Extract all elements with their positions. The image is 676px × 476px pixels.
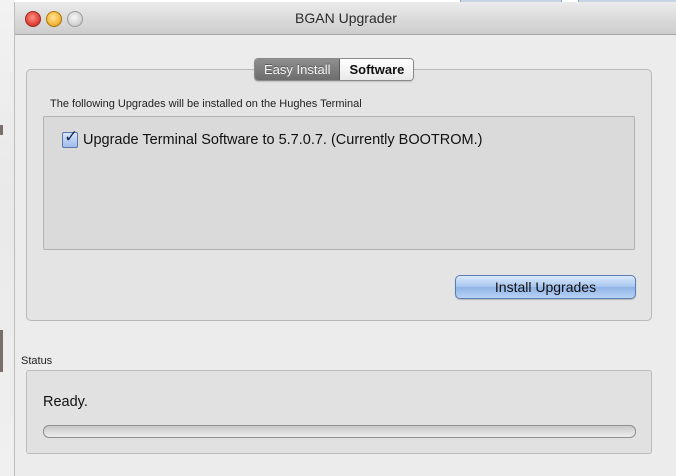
window-title: BGAN Upgrader	[295, 10, 397, 26]
desktop-background	[0, 0, 14, 476]
tab-easy-install[interactable]: Easy Install	[255, 59, 341, 80]
upgrade-checkbox[interactable]: ✓	[62, 127, 78, 148]
tab-software[interactable]: Software	[340, 59, 414, 80]
desktop-mark	[0, 330, 3, 372]
tab-control: Easy Install Software	[254, 58, 415, 81]
progress-bar	[43, 425, 636, 438]
desktop-mark	[0, 125, 3, 135]
title-bar[interactable]: BGAN Upgrader	[15, 2, 676, 35]
upgrade-item-label: Upgrade Terminal Software to 5.7.0.7. (C…	[83, 132, 483, 148]
checkmark-icon: ✓	[64, 127, 79, 146]
status-section-label: Status	[21, 355, 53, 367]
status-text: Ready.	[43, 394, 88, 410]
install-upgrades-button[interactable]: Install Upgrades	[455, 275, 636, 299]
status-group	[26, 370, 652, 454]
upgrade-item[interactable]: ✓ Upgrade Terminal Software to 5.7.0.7. …	[62, 127, 483, 148]
upgrades-description: The following Upgrades will be installed…	[50, 98, 362, 110]
